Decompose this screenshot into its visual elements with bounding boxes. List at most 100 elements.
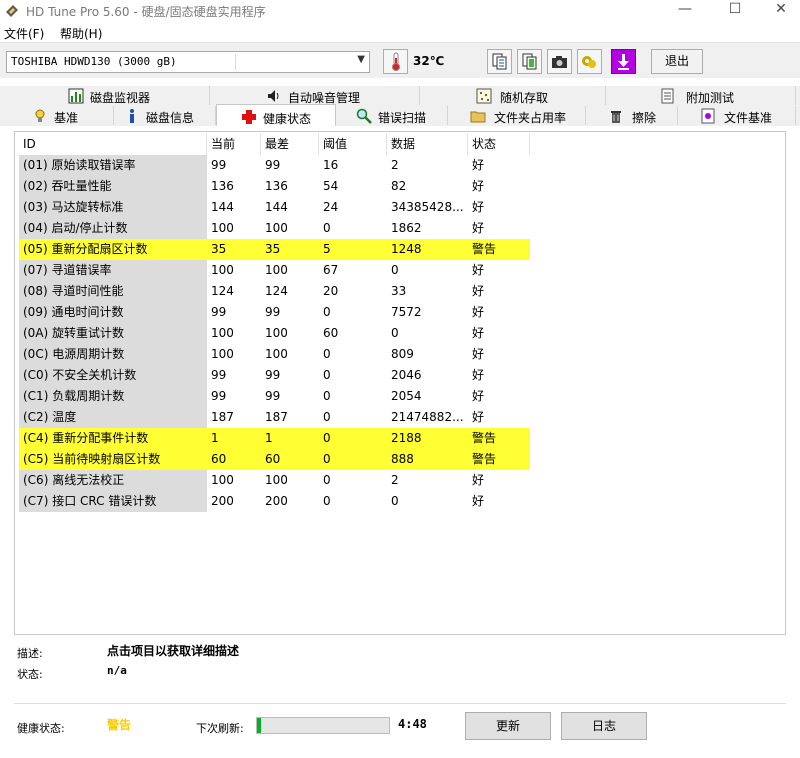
cell-threshold: 24 <box>323 200 339 214</box>
cell-raw-data: 2 <box>391 158 399 172</box>
cell-raw-data: 82 <box>391 179 407 193</box>
header-worst[interactable]: 最差 <box>261 134 319 155</box>
chevron-down-icon: ▼ <box>357 54 365 65</box>
copy-all-button[interactable] <box>517 49 542 74</box>
disk-monitor-icon <box>68 88 84 104</box>
refresh-button[interactable]: 更新 <box>465 712 551 740</box>
cell-raw-data: 0 <box>391 326 399 340</box>
cell-worst: 100 <box>265 263 288 277</box>
cell-threshold: 5 <box>319 239 387 260</box>
magnifier-icon <box>356 108 372 124</box>
window-title: HD Tune Pro 5.60 - 硬盘/固态硬盘实用程序 <box>26 5 266 19</box>
drive-select-value: TOSHIBA HDWD130 (3000 gB) <box>11 55 177 68</box>
cell-threshold: 0 <box>319 428 387 449</box>
cell-threshold: 67 <box>323 263 339 277</box>
menu-help[interactable]: 帮助(H) <box>60 25 102 42</box>
cell-status: 好 <box>472 494 485 508</box>
cell-attr-id: (C4) 重新分配事件计数 <box>19 428 207 449</box>
cell-raw-data: 809 <box>391 347 414 361</box>
benchmark-icon <box>35 109 45 122</box>
save-button[interactable] <box>611 49 636 74</box>
cell-attr-id: (C5) 当前待映射扇区计数 <box>19 449 207 470</box>
cell-raw-data: 0 <box>391 263 399 277</box>
health-cross-icon <box>242 110 256 124</box>
cell-status: 好 <box>472 326 485 340</box>
header-status[interactable]: 状态 <box>468 134 530 155</box>
tab-file-benchmark[interactable]: 文件基准 <box>678 106 796 125</box>
description-label: 描述: <box>17 647 43 660</box>
cell-threshold: 0 <box>323 410 331 424</box>
cell-attr-id: (02) 吞吐量性能 <box>19 176 207 197</box>
drive-select[interactable]: TOSHIBA HDWD130 (3000 gB) ▼ <box>6 51 370 73</box>
cell-raw-data: 2188 <box>387 428 468 449</box>
cell-current: 99 <box>211 158 227 172</box>
cell-worst: 124 <box>265 284 288 298</box>
maximize-button[interactable]: ☐ <box>712 0 758 22</box>
cell-current: 187 <box>211 410 234 424</box>
screenshot-button[interactable] <box>547 49 572 74</box>
folder-icon <box>470 111 486 123</box>
cell-current: 99 <box>211 368 227 382</box>
cell-raw-data: 2 <box>391 473 399 487</box>
copy-text-button[interactable] <box>487 49 512 74</box>
trash-icon <box>611 111 621 123</box>
temperature-button[interactable] <box>383 49 408 74</box>
cell-current: 100 <box>211 326 234 340</box>
tab-auto-noise[interactable]: 自动噪音管理 <box>210 86 420 105</box>
options-button[interactable] <box>577 49 602 74</box>
cell-status: 好 <box>472 473 485 487</box>
copy-all-icon <box>522 53 537 70</box>
header-threshold[interactable]: 阈值 <box>319 134 387 155</box>
toolbar: TOSHIBA HDWD130 (3000 gB) ▼ 32℃ 退出 <box>0 42 800 78</box>
header-id[interactable]: ID <box>19 134 207 155</box>
cell-worst: 144 <box>265 200 288 214</box>
cell-worst: 1 <box>261 428 319 449</box>
cell-status: 好 <box>472 284 485 298</box>
tab-erase[interactable]: 擦除 <box>586 106 678 125</box>
close-button[interactable]: ✕ <box>758 0 800 22</box>
cell-current: 99 <box>211 389 227 403</box>
cell-attr-id: (C6) 离线无法校正 <box>19 470 207 491</box>
cell-attr-id: (0A) 旋转重试计数 <box>19 323 207 344</box>
cell-status: 好 <box>472 221 485 235</box>
tab-random-access[interactable]: 随机存取 <box>420 86 606 105</box>
tab-error-scan[interactable]: 错误扫描 <box>336 106 448 125</box>
drive-select-divider <box>235 54 236 70</box>
cell-current: 1 <box>207 428 261 449</box>
cell-current: 100 <box>211 473 234 487</box>
cell-raw-data: 33 <box>391 284 407 298</box>
cell-status: 好 <box>472 263 485 277</box>
next-refresh-label: 下次刷新: <box>196 722 244 735</box>
cell-attr-id: (05) 重新分配扇区计数 <box>19 239 207 260</box>
random-access-icon <box>476 88 492 104</box>
options-icon <box>582 56 596 68</box>
cell-worst: 187 <box>265 410 288 424</box>
cell-current: 100 <box>211 221 234 235</box>
cell-raw-data: 1862 <box>391 221 422 235</box>
header-current[interactable]: 当前 <box>207 134 261 155</box>
tab-disk-monitor[interactable]: 磁盘监视器 <box>10 86 210 105</box>
cell-attr-id: (07) 寻道错误率 <box>19 260 207 281</box>
tab-health[interactable]: 健康状态 <box>216 104 336 126</box>
menu-file[interactable]: 文件(F) <box>4 25 44 42</box>
cell-threshold: 0 <box>323 305 331 319</box>
log-button[interactable]: 日志 <box>561 712 647 740</box>
thermometer-icon <box>392 52 400 71</box>
tab-extra-tests[interactable]: 附加测试 <box>606 86 796 105</box>
cell-attr-id: (C0) 不安全关机计数 <box>19 365 207 386</box>
tab-disk-info[interactable]: 磁盘信息 <box>114 106 216 125</box>
tab-row-bottom: 基准 磁盘信息 健康状态 错误扫描 文件夹占用率 擦除 文件基准 <box>0 104 800 126</box>
cell-raw-data: 21474882... <box>391 410 464 424</box>
refresh-countdown: 4:48 <box>398 717 427 731</box>
cell-threshold: 16 <box>323 158 339 172</box>
extra-tests-icon <box>661 88 674 104</box>
tab-folder-usage[interactable]: 文件夹占用率 <box>448 106 586 125</box>
header-data[interactable]: 数据 <box>387 134 468 155</box>
tab-benchmark[interactable]: 基准 <box>10 106 114 125</box>
cell-current: 35 <box>207 239 261 260</box>
exit-button[interactable]: 退出 <box>651 49 703 74</box>
cell-threshold: 0 <box>323 347 331 361</box>
minimize-button[interactable]: — <box>662 0 708 22</box>
cell-raw-data: 7572 <box>391 305 422 319</box>
cell-status: 警告 <box>468 428 530 449</box>
